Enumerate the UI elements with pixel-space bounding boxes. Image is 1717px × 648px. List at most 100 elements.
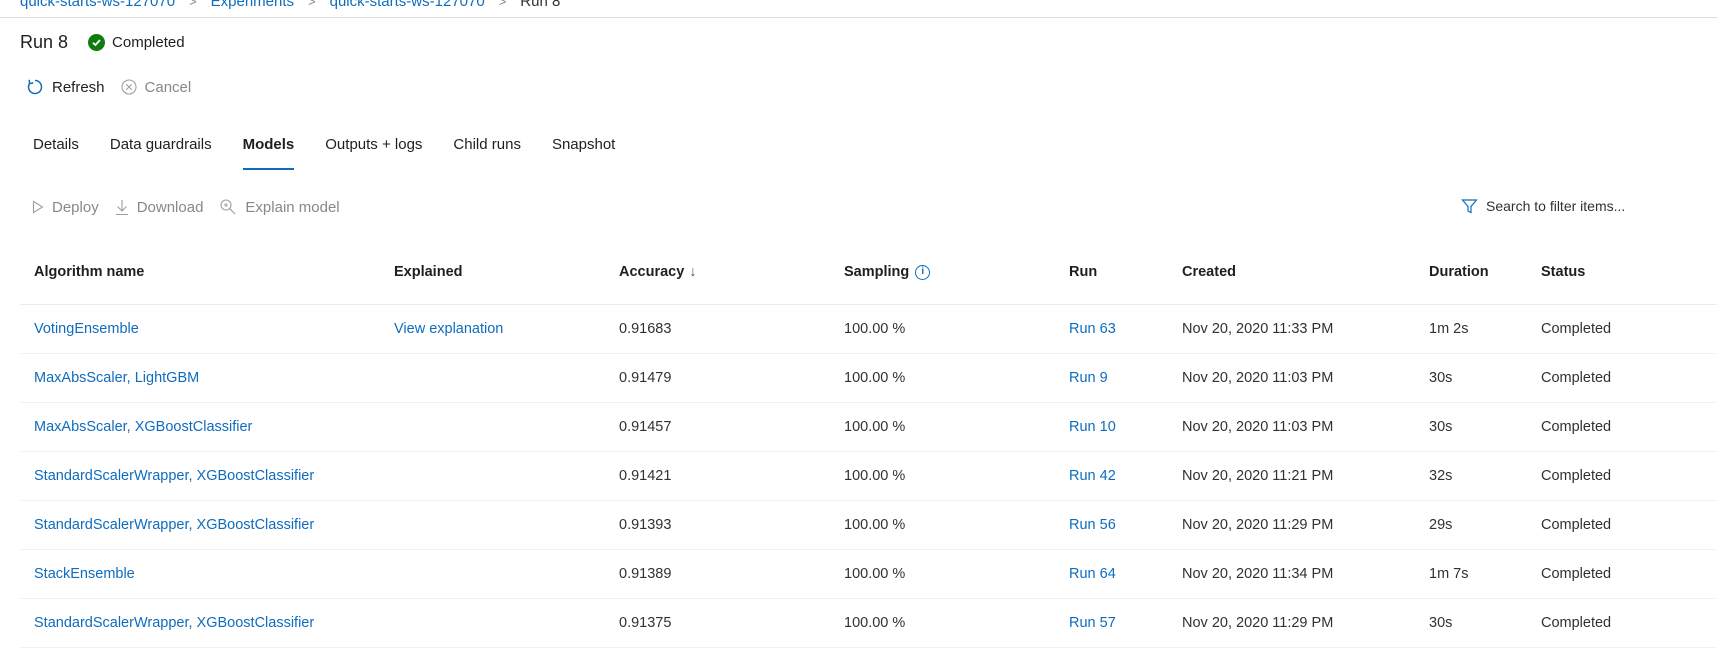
algorithm-name-link[interactable]: VotingEnsemble <box>34 305 139 353</box>
download-icon <box>115 199 129 216</box>
deploy-button[interactable]: Deploy <box>32 199 99 216</box>
table-row[interactable]: StandardScalerWrapper, XGBoostClassifier… <box>20 599 1717 648</box>
duration-cell: 30s <box>1429 370 1453 386</box>
status-cell: Completed <box>1541 468 1612 484</box>
chevron-right-icon: > <box>498 0 507 9</box>
sampling-cell: 100.00 % <box>844 468 906 484</box>
sort-descending-icon: ↓ <box>689 264 697 280</box>
status-cell: Completed <box>1541 419 1612 435</box>
created-cell: Nov 20, 2020 11:29 PM <box>1182 517 1334 533</box>
tab-data-guardrails[interactable]: Data guardrails <box>110 136 212 172</box>
table-row[interactable]: StandardScalerWrapper, XGBoostClassifier… <box>20 452 1717 501</box>
run-link[interactable]: Run 42 <box>1069 452 1116 500</box>
play-icon <box>32 200 44 214</box>
run-link[interactable]: Run 9 <box>1069 354 1108 402</box>
filter-search[interactable]: Search to filter items... <box>1461 195 1625 217</box>
tab-models[interactable]: Models <box>242 136 294 172</box>
search-icon <box>219 198 237 216</box>
column-header-algorithm[interactable]: Algorithm name <box>34 248 144 296</box>
models-toolbar: Deploy Download Explain model <box>32 196 356 218</box>
breadcrumb-workspace[interactable]: quick-starts-ws-127070 <box>20 0 175 10</box>
download-button[interactable]: Download <box>115 198 204 216</box>
tab-details[interactable]: Details <box>33 136 79 172</box>
column-header-explained[interactable]: Explained <box>394 248 463 296</box>
algorithm-name-link[interactable]: StackEnsemble <box>34 550 135 598</box>
breadcrumb-current: Run 8 <box>520 0 561 10</box>
accuracy-cell: 0.91479 <box>619 370 672 386</box>
refresh-icon <box>26 78 44 96</box>
sampling-cell: 100.00 % <box>844 615 906 631</box>
chevron-right-icon: > <box>189 0 197 9</box>
column-header-sampling-label: Sampling <box>844 264 910 280</box>
column-header-status[interactable]: Status <box>1541 248 1585 296</box>
run-link[interactable]: Run 64 <box>1069 550 1116 598</box>
status-cell: Completed <box>1541 566 1612 582</box>
table-row[interactable]: MaxAbsScaler, LightGBM 0.91479 100.00 % Run… <box>20 354 1717 403</box>
algorithm-name-link[interactable]: StandardScalerWrapper, XGBoostClassifier <box>34 599 314 647</box>
breadcrumb-experiments[interactable]: Experiments <box>211 0 294 10</box>
created-cell: Nov 20, 2020 11:03 PM <box>1182 419 1334 435</box>
page-title: Run 8 <box>20 31 69 52</box>
column-header-created[interactable]: Created <box>1182 248 1236 296</box>
filter-search-placeholder: Search to filter items... <box>1486 198 1626 214</box>
tab-outputs-logs[interactable]: Outputs + logs <box>325 136 422 172</box>
algorithm-name-link[interactable]: MaxAbsScaler, XGBoostClassifier <box>34 403 252 451</box>
column-header-accuracy[interactable]: Accuracy ↓ <box>619 248 697 296</box>
duration-cell: 29s <box>1429 517 1453 533</box>
cancel-label: Cancel <box>144 78 192 96</box>
algorithm-name-link[interactable]: MaxAbsScaler, LightGBM <box>34 354 199 402</box>
explain-model-label: Explain model <box>245 198 340 216</box>
column-header-sampling[interactable]: Sampling i <box>844 248 931 296</box>
algorithm-name-link[interactable]: StandardScalerWrapper, XGBoostClassifier <box>34 452 314 500</box>
download-label: Download <box>136 198 204 216</box>
models-table: Algorithm name Explained Accuracy ↓ Sampl… <box>20 256 1717 648</box>
sampling-cell: 100.00 % <box>844 517 906 533</box>
column-header-run[interactable]: Run <box>1069 248 1097 296</box>
table-header-row: Algorithm name Explained Accuracy ↓ Sampl… <box>20 256 1717 305</box>
accuracy-cell: 0.91457 <box>619 419 672 435</box>
column-header-duration[interactable]: Duration <box>1429 248 1489 296</box>
accuracy-cell: 0.91421 <box>619 468 672 484</box>
cancel-button[interactable]: Cancel <box>120 78 192 96</box>
breadcrumb-experiment[interactable]: quick-starts-ws-127070 <box>330 0 485 10</box>
algorithm-name-link[interactable]: StandardScalerWrapper, XGBoostClassifier <box>34 501 314 549</box>
tab-child-runs[interactable]: Child runs <box>453 136 521 172</box>
sampling-cell: 100.00 % <box>844 370 906 386</box>
duration-cell: 32s <box>1429 468 1453 484</box>
accuracy-cell: 0.91683 <box>619 321 672 337</box>
deploy-label: Deploy <box>52 198 99 216</box>
run-link[interactable]: Run 57 <box>1069 599 1116 647</box>
duration-cell: 30s <box>1429 419 1453 435</box>
column-header-accuracy-label: Accuracy <box>619 264 685 280</box>
run-header: Run 8 Completed <box>20 30 185 54</box>
duration-cell: 30s <box>1429 615 1453 631</box>
created-cell: Nov 20, 2020 11:34 PM <box>1182 566 1334 582</box>
refresh-button[interactable]: Refresh <box>26 78 105 96</box>
status-badge: Completed <box>88 33 185 51</box>
table-row[interactable]: MaxAbsScaler, XGBoostClassifier 0.91457 10… <box>20 403 1717 452</box>
table-row[interactable]: StandardScalerWrapper, XGBoostClassifier… <box>20 501 1717 550</box>
run-link[interactable]: Run 10 <box>1069 403 1116 451</box>
filter-icon <box>1461 198 1478 215</box>
created-cell: Nov 20, 2020 11:03 PM <box>1182 370 1334 386</box>
sampling-cell: 100.00 % <box>844 419 906 435</box>
table-row[interactable]: StackEnsemble 0.91389 100.00 % Run 64 Nov 20… <box>20 550 1717 599</box>
created-cell: Nov 20, 2020 11:33 PM <box>1182 321 1334 337</box>
created-cell: Nov 20, 2020 11:29 PM <box>1182 615 1334 631</box>
explain-model-button[interactable]: Explain model <box>219 198 340 216</box>
run-link[interactable]: Run 63 <box>1069 305 1116 353</box>
divider <box>0 17 1717 18</box>
view-explanation-link[interactable]: View explanation <box>394 305 503 353</box>
run-link[interactable]: Run 56 <box>1069 501 1116 549</box>
status-cell: Completed <box>1541 615 1612 631</box>
sampling-cell: 100.00 % <box>844 321 906 337</box>
info-icon[interactable]: i <box>915 264 931 280</box>
table-row[interactable]: VotingEnsemble View explanation 0.91683 100… <box>20 305 1717 354</box>
table-body: VotingEnsemble View explanation 0.91683 100… <box>20 305 1717 648</box>
command-bar: Refresh Cancel <box>26 76 207 98</box>
accuracy-cell: 0.91375 <box>619 615 672 631</box>
tab-list: Details Data guardrails Models Outputs +… <box>33 136 646 172</box>
status-cell: Completed <box>1541 321 1612 337</box>
status-text: Completed <box>112 33 185 51</box>
tab-snapshot[interactable]: Snapshot <box>552 136 615 172</box>
